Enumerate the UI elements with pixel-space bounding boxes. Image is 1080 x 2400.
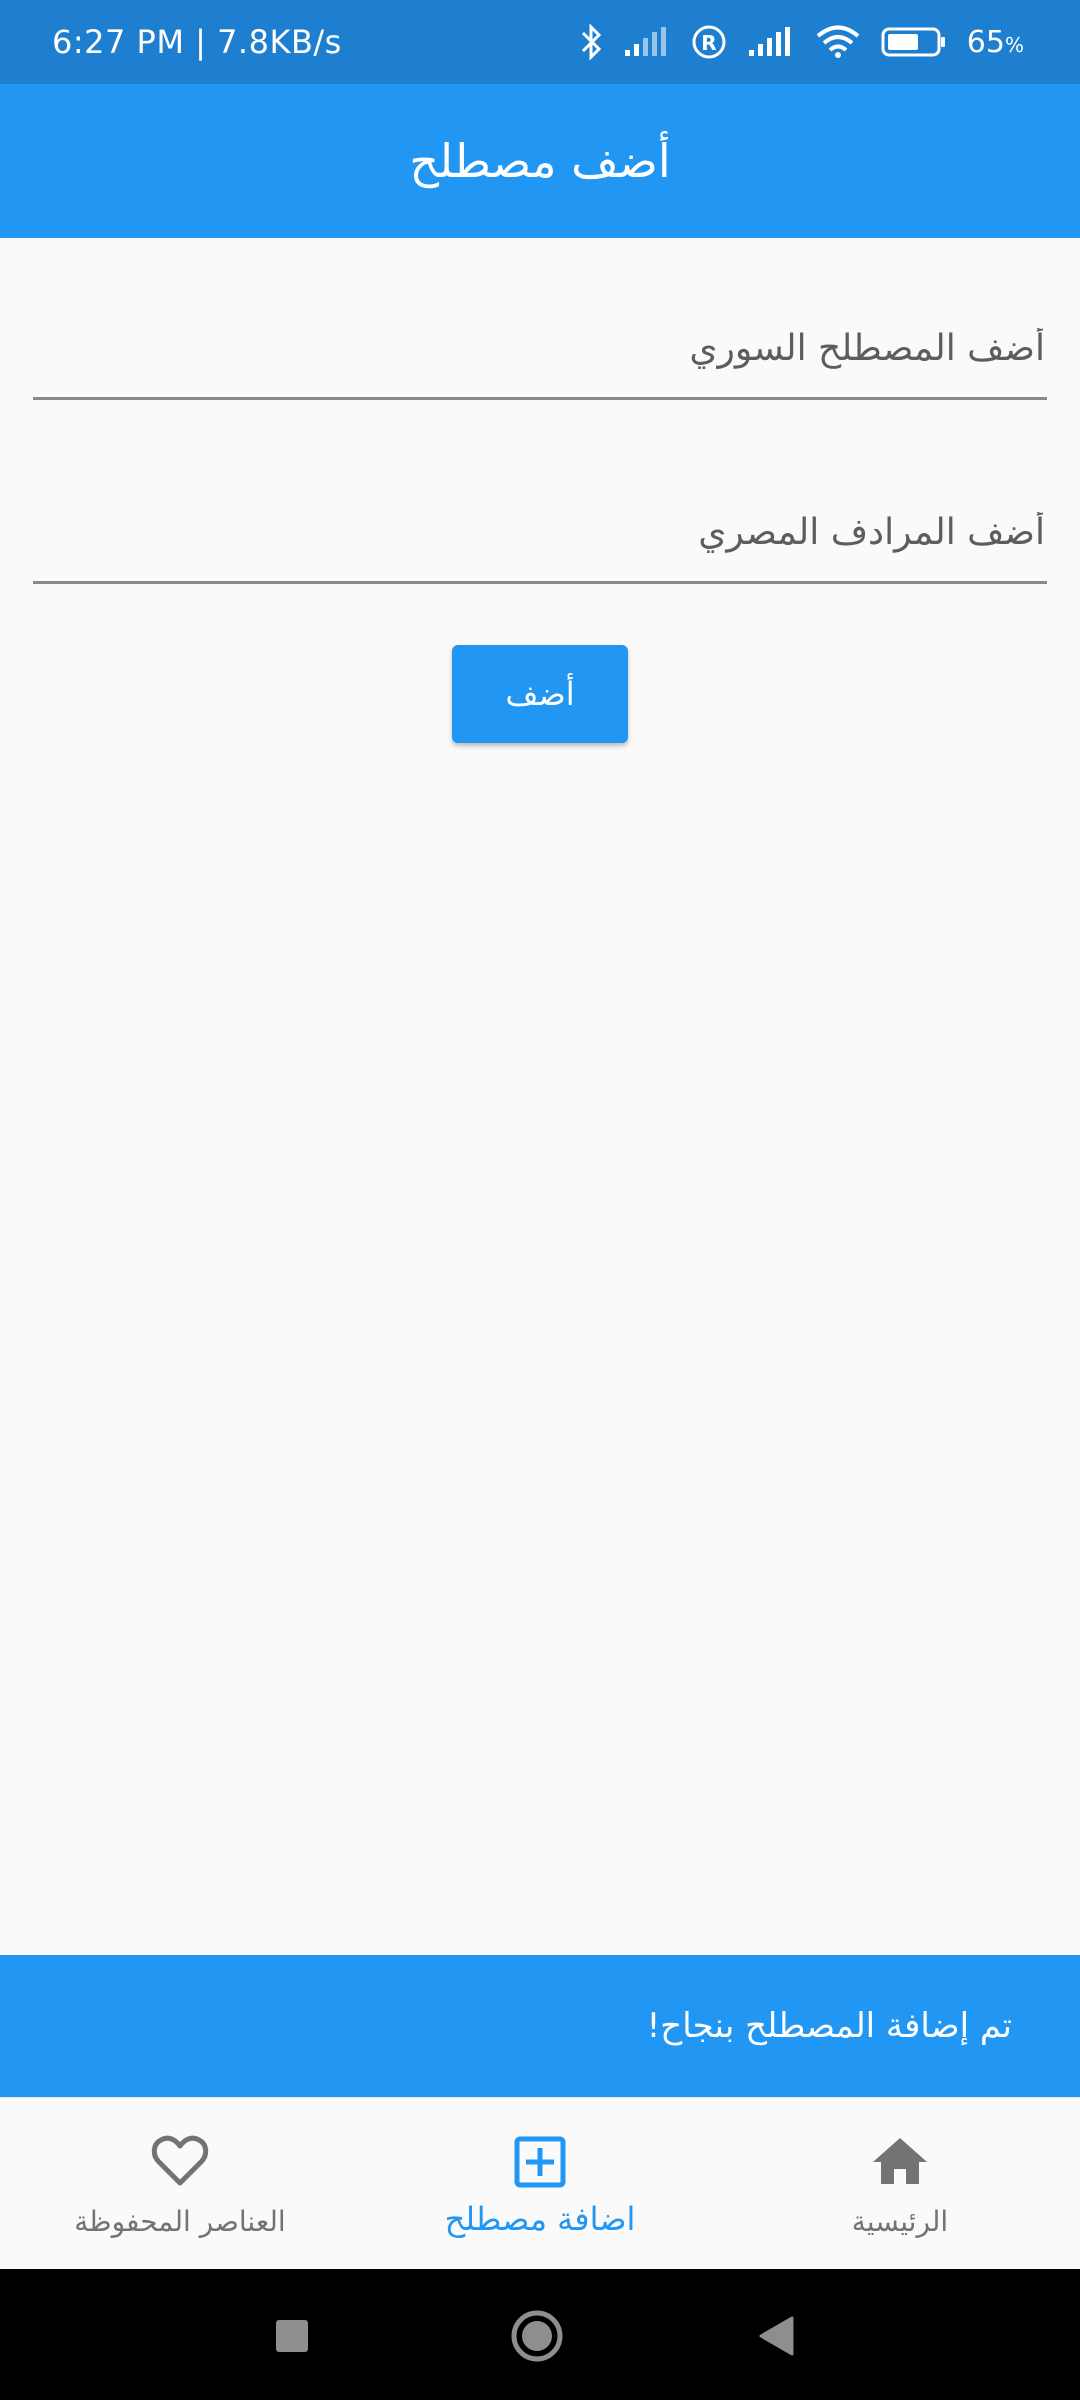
signal-icon (623, 26, 671, 58)
nav-label-saved: العناصر المحفوظة (74, 2205, 286, 2238)
egyptian-synonym-field[interactable] (33, 474, 1047, 584)
bluetooth-icon (579, 23, 603, 61)
recents-icon[interactable] (275, 2319, 309, 2353)
wifi-icon (815, 25, 861, 59)
syrian-term-field[interactable] (33, 290, 1047, 400)
nav-item-home[interactable]: الرئيسية (720, 2098, 1080, 2269)
nav-label-add-term: اضافة مصطلح (444, 2199, 636, 2238)
snackbar-message: تم إضافة المصطلح بنجاح! (646, 2006, 1012, 2046)
svg-text:R: R (701, 31, 716, 55)
status-time-speed: 6:27 PM | 7.8KB/s (52, 23, 342, 61)
battery-percent: 65% (966, 24, 1024, 60)
roaming-icon: R (691, 24, 727, 60)
heart-outline-icon (151, 2129, 209, 2193)
add-button[interactable]: أضف (452, 645, 628, 743)
back-icon[interactable] (758, 2316, 794, 2356)
system-navigation-bar (0, 2269, 1080, 2400)
home-circle-icon[interactable] (510, 2309, 564, 2363)
snackbar: تم إضافة المصطلح بنجاح! (0, 1955, 1080, 2097)
add-box-icon (514, 2130, 566, 2194)
bottom-navigation: العناصر المحفوظة اضافة مصطلح الرئيسية (0, 2097, 1080, 2269)
syrian-term-input[interactable] (33, 290, 1047, 397)
home-icon (871, 2129, 929, 2193)
page-title: أضف مصطلح (409, 134, 671, 188)
status-icons: R 65% (579, 23, 1024, 61)
signal-icon (747, 26, 795, 58)
nav-item-add-term[interactable]: اضافة مصطلح (360, 2098, 720, 2269)
nav-label-home: الرئيسية (851, 2205, 949, 2238)
egyptian-synonym-input[interactable] (33, 474, 1047, 581)
status-bar: 6:27 PM | 7.8KB/s R 65% (0, 0, 1080, 84)
nav-item-saved[interactable]: العناصر المحفوظة (0, 2098, 360, 2269)
app-bar: أضف مصطلح (0, 84, 1080, 238)
battery-icon (881, 26, 947, 58)
